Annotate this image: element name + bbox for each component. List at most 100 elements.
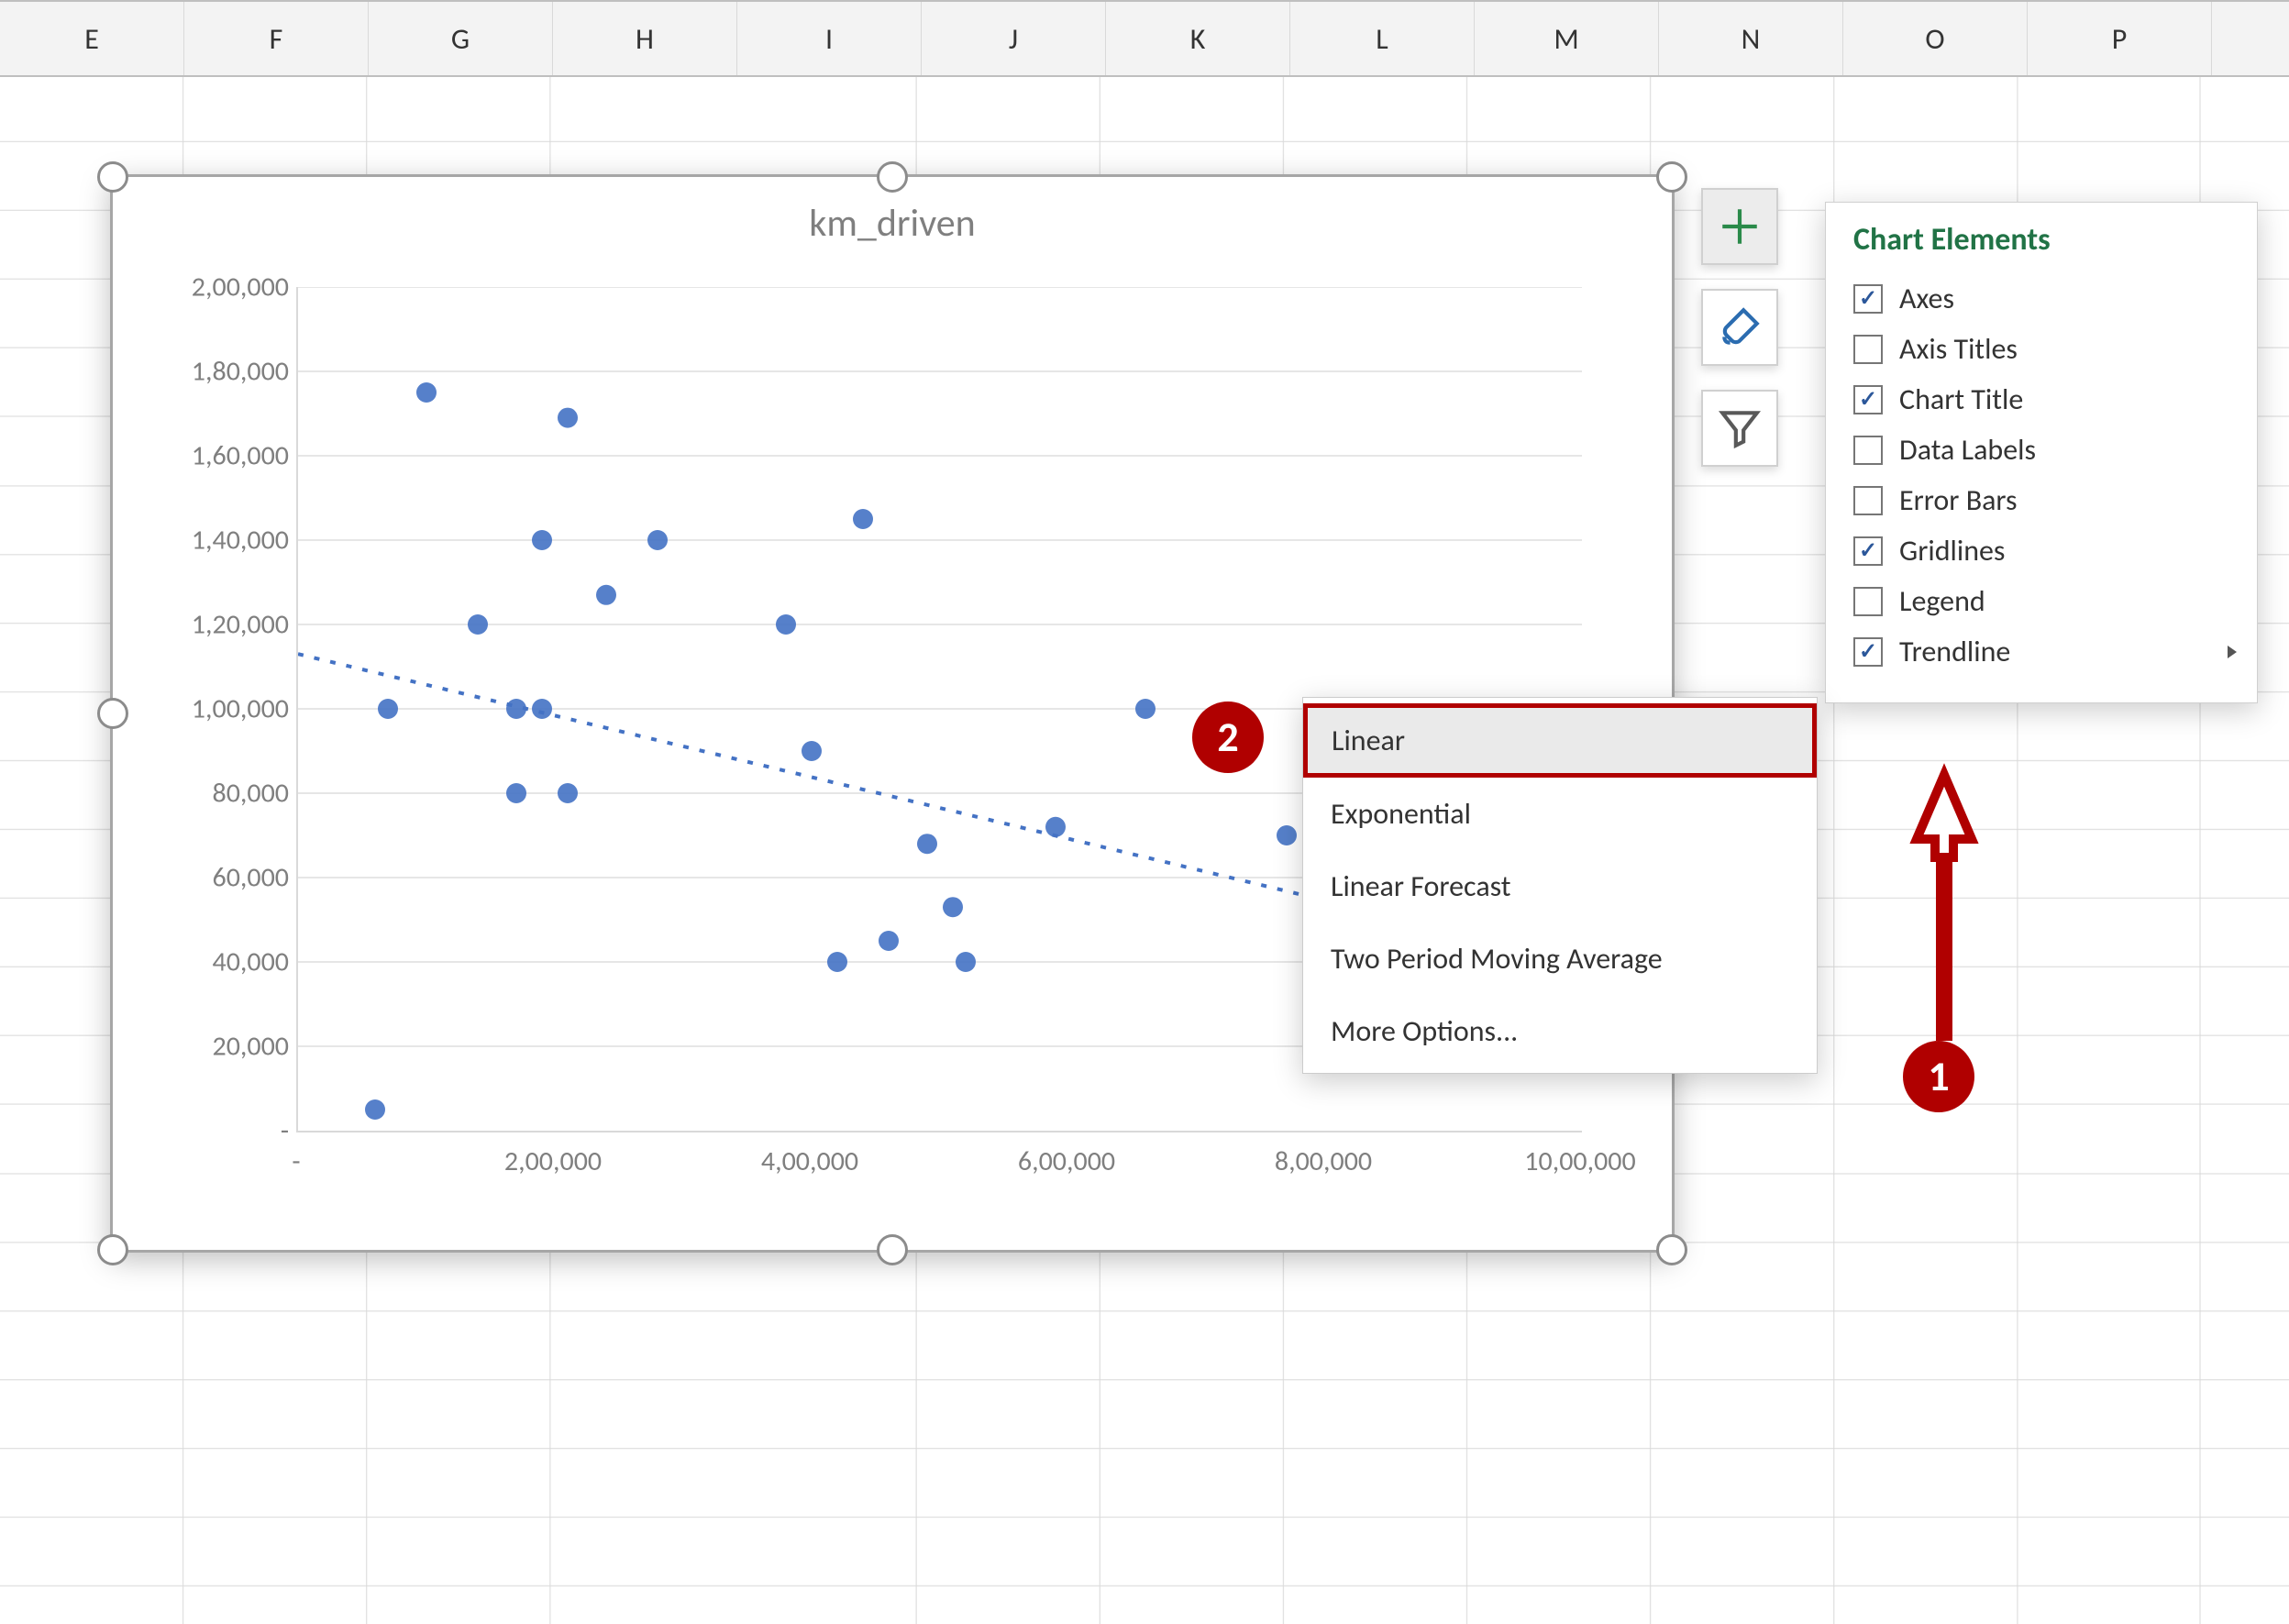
checkbox[interactable]: [1853, 335, 1883, 364]
data-point[interactable]: [776, 614, 796, 635]
chart-element-data-labels[interactable]: Data Labels: [1853, 425, 2248, 475]
checkbox-label: Error Bars: [1899, 482, 2018, 518]
data-point[interactable]: [532, 699, 552, 719]
column-header-O[interactable]: O: [1843, 2, 2028, 75]
chart-element-error-bars[interactable]: Error Bars: [1853, 475, 2248, 525]
column-header-F[interactable]: F: [184, 2, 369, 75]
y-axis-label: -: [105, 1114, 289, 1148]
trendline-option-linear[interactable]: Linear: [1303, 703, 1817, 778]
column-header-K[interactable]: K: [1106, 2, 1290, 75]
column-header-E[interactable]: E: [0, 2, 184, 75]
y-axis-label: 1,00,000: [105, 692, 289, 726]
checkbox-label: Axes: [1899, 281, 1954, 316]
chart-elements-flyout[interactable]: Chart Elements Axes Axis Titles Chart Titl…: [1825, 202, 2258, 703]
column-header-row: EFGHIJKLMNOP: [0, 0, 2289, 77]
data-point[interactable]: [558, 783, 578, 803]
chart-title[interactable]: km_driven: [113, 200, 1672, 247]
x-axis-label: 8,00,000: [1275, 1144, 1372, 1178]
chevron-right-icon[interactable]: [2228, 646, 2237, 658]
flyout-title: Chart Elements: [1853, 221, 2248, 259]
checkbox[interactable]: [1853, 587, 1883, 616]
column-header-L[interactable]: L: [1290, 2, 1475, 75]
checkbox[interactable]: [1853, 436, 1883, 465]
resize-handle-bl[interactable]: [97, 1234, 128, 1265]
chart-element-axis-titles[interactable]: Axis Titles: [1853, 324, 2248, 374]
checkbox[interactable]: [1853, 385, 1883, 414]
y-axis-label: 1,40,000: [105, 524, 289, 558]
resize-handle-bc[interactable]: [877, 1234, 908, 1265]
chart-element-legend[interactable]: Legend: [1853, 576, 2248, 626]
data-point[interactable]: [532, 530, 552, 550]
y-axis-label: 1,20,000: [105, 608, 289, 642]
column-header-I[interactable]: I: [737, 2, 922, 75]
data-point[interactable]: [468, 614, 488, 635]
resize-handle-tl[interactable]: [97, 161, 128, 193]
column-header-H[interactable]: H: [553, 2, 737, 75]
y-axis-label: 2,00,000: [105, 271, 289, 304]
trendline-option-more-options[interactable]: More Options...: [1303, 995, 1817, 1067]
y-axis-label: 80,000: [105, 777, 289, 811]
column-header-N[interactable]: N: [1659, 2, 1843, 75]
checkbox-label: Gridlines: [1899, 533, 2005, 569]
checkbox-label: Data Labels: [1899, 432, 2036, 468]
column-header-J[interactable]: J: [922, 2, 1106, 75]
data-point[interactable]: [647, 530, 668, 550]
checkbox-label: Chart Title: [1899, 381, 2023, 417]
trendline-option-linear-forecast[interactable]: Linear Forecast: [1303, 850, 1817, 922]
column-header-P[interactable]: P: [2028, 2, 2212, 75]
data-point[interactable]: [596, 585, 616, 605]
data-point[interactable]: [956, 952, 976, 972]
checkbox-label: Legend: [1899, 583, 1985, 619]
y-axis-label: 60,000: [105, 861, 289, 895]
checkbox[interactable]: [1853, 536, 1883, 566]
checkbox-label: Axis Titles: [1899, 331, 2018, 367]
chart-element-gridlines[interactable]: Gridlines: [1853, 525, 2248, 576]
callout-1: 1: [1903, 1041, 1974, 1112]
data-point[interactable]: [879, 931, 899, 951]
trendline-submenu[interactable]: LinearExponentialLinear ForecastTwo Peri…: [1302, 697, 1818, 1074]
trendline-option-two-period-moving-average[interactable]: Two Period Moving Average: [1303, 922, 1817, 995]
excel-window: EFGHIJKLMNOP km_driven -20,00040,00060,0…: [0, 0, 2289, 1624]
chart-element-axes[interactable]: Axes: [1853, 273, 2248, 324]
chart-styles-button[interactable]: [1701, 289, 1778, 366]
checkbox[interactable]: [1853, 284, 1883, 314]
brush-icon: [1717, 304, 1763, 350]
data-point[interactable]: [802, 741, 822, 761]
x-axis-label: 4,00,000: [761, 1144, 858, 1178]
column-header-M[interactable]: M: [1475, 2, 1659, 75]
y-axis-label: 1,60,000: [105, 439, 289, 473]
data-point[interactable]: [378, 699, 398, 719]
data-point[interactable]: [506, 783, 526, 803]
data-point[interactable]: [943, 897, 963, 917]
data-point[interactable]: [1277, 825, 1297, 845]
chart-filters-button[interactable]: [1701, 390, 1778, 467]
data-point[interactable]: [827, 952, 847, 972]
funnel-icon: [1717, 405, 1763, 451]
checkbox[interactable]: [1853, 486, 1883, 515]
data-point[interactable]: [1135, 699, 1156, 719]
chart-elements-button[interactable]: [1701, 188, 1778, 265]
checkbox[interactable]: [1853, 637, 1883, 667]
chart-element-chart-title[interactable]: Chart Title: [1853, 374, 2248, 425]
data-point[interactable]: [853, 509, 873, 529]
callout-arrow-icon: [1898, 757, 1990, 1050]
checkbox-label: Trendline: [1899, 634, 2010, 669]
chart-element-trendline[interactable]: Trendline: [1853, 626, 2248, 677]
trendline-option-exponential[interactable]: Exponential: [1303, 778, 1817, 850]
column-header-G[interactable]: G: [369, 2, 553, 75]
data-point[interactable]: [558, 408, 578, 428]
data-point[interactable]: [365, 1099, 385, 1120]
resize-handle-tr[interactable]: [1656, 161, 1687, 193]
resize-handle-br[interactable]: [1656, 1234, 1687, 1265]
x-axis-label: -: [292, 1144, 300, 1178]
y-axis-label: 1,80,000: [105, 355, 289, 389]
resize-handle-tc[interactable]: [877, 161, 908, 193]
x-axis-label: 6,00,000: [1018, 1144, 1115, 1178]
x-axis-label: 2,00,000: [504, 1144, 602, 1178]
callout-2: 2: [1192, 702, 1264, 773]
data-point[interactable]: [917, 834, 937, 854]
plus-icon: [1717, 204, 1763, 249]
data-point[interactable]: [416, 382, 437, 403]
x-axis-label: 10,00,000: [1524, 1144, 1635, 1178]
y-axis-label: 40,000: [105, 945, 289, 979]
